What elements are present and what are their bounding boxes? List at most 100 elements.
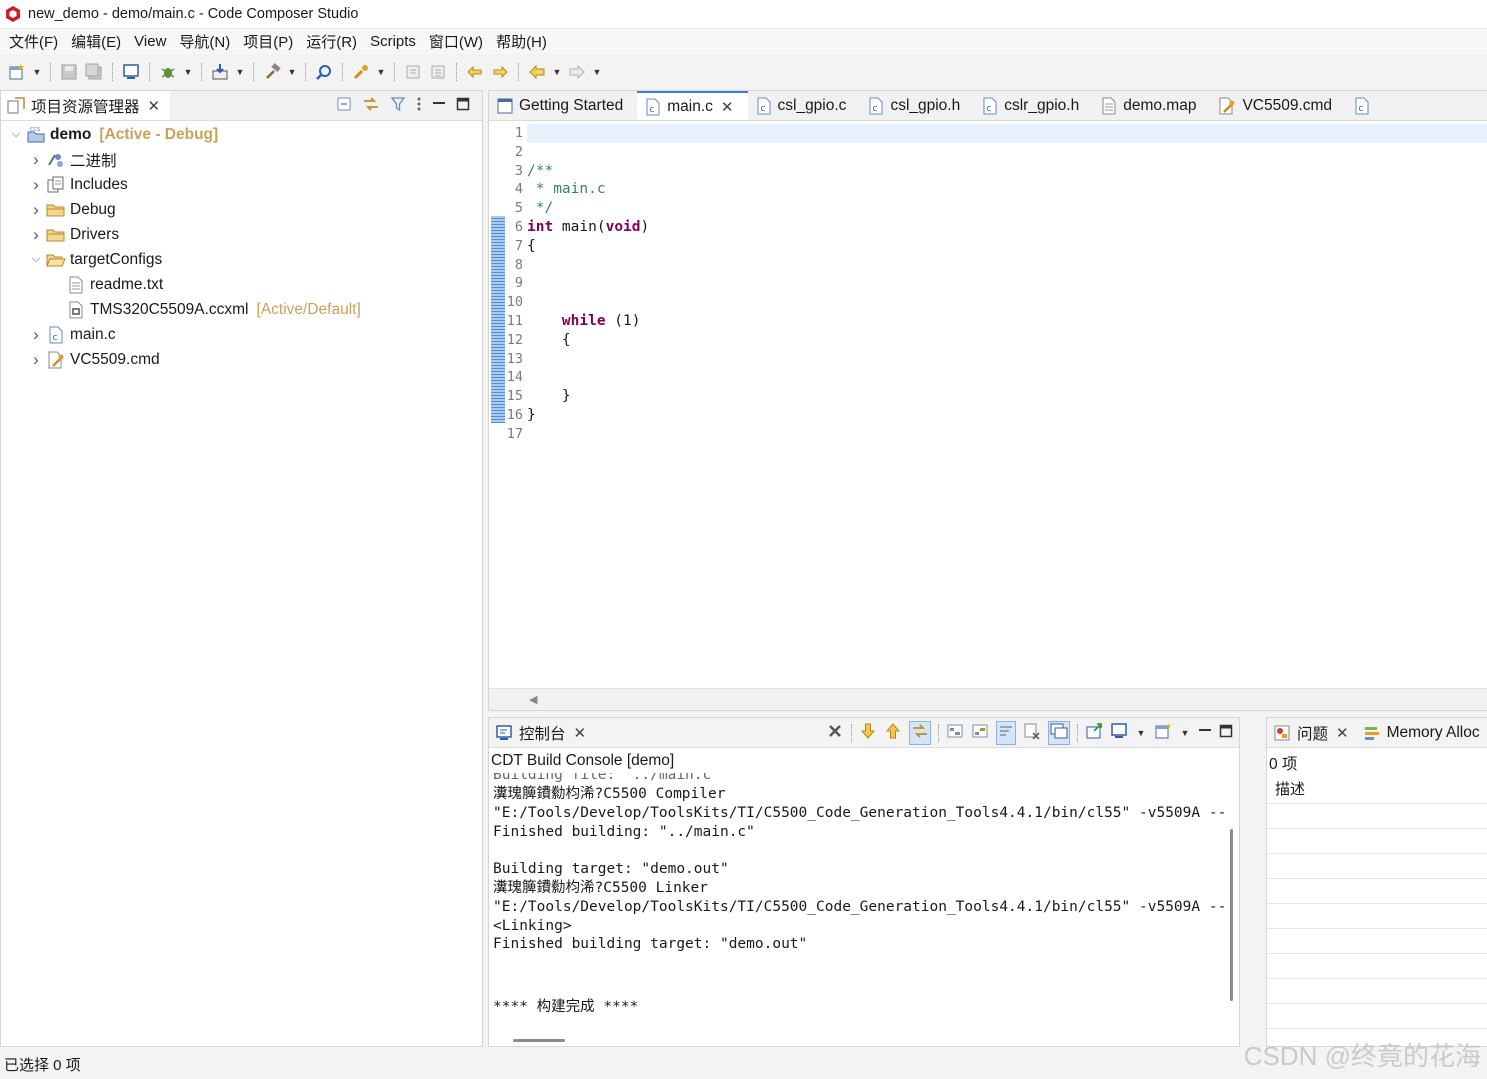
display-console-icon[interactable] <box>1110 722 1128 744</box>
chevron-right-icon[interactable]: › <box>29 150 43 170</box>
code-area[interactable]: /** * main.c */int main(void){ while (1)… <box>527 122 1487 688</box>
scroll-left-icon[interactable]: ◀ <box>529 693 537 706</box>
editor-tabrow: Getting Started c main.c ✕ c csl_gpio.c c csl_g… <box>489 91 1487 121</box>
console-icon[interactable] <box>120 61 142 83</box>
tree-item[interactable]: › Drivers <box>1 222 482 247</box>
open-console-icon[interactable] <box>1154 722 1172 744</box>
filter-icon[interactable] <box>390 96 406 116</box>
menu-item[interactable]: 导航(N) <box>174 29 238 54</box>
tab-console[interactable]: 控制台 ✕ <box>489 718 597 747</box>
scroll-thumb[interactable] <box>1230 829 1233 1001</box>
debug-dropdown-icon[interactable]: ▼ <box>182 61 194 83</box>
column-header-description[interactable]: 描述 <box>1267 776 1487 804</box>
editor-tab[interactable]: demo.map <box>1093 91 1210 120</box>
editor-tab[interactable]: VC5509.cmd <box>1210 91 1346 120</box>
maximize-icon[interactable] <box>456 97 470 115</box>
menu-item[interactable]: 运行(R) <box>301 29 365 54</box>
open-console-green-icon[interactable] <box>1085 722 1103 744</box>
forward-arrow-icon[interactable] <box>566 61 588 83</box>
editor-tab[interactable]: c main.c ✕ <box>637 91 748 120</box>
flash-dropdown-icon[interactable]: ▼ <box>234 61 246 83</box>
editor-tab[interactable]: c csl_gpio.h <box>860 91 974 120</box>
tree-item[interactable]: › Debug <box>1 197 482 222</box>
display-console-dropdown-icon[interactable]: ▼ <box>1135 722 1147 744</box>
tree-item[interactable]: › 二进制 <box>1 147 482 172</box>
editor-tab[interactable]: Getting Started <box>489 91 637 120</box>
build-console-alt-icon[interactable] <box>971 722 989 744</box>
new-icon[interactable] <box>6 61 28 83</box>
chevron-down-icon[interactable]: ⌵ <box>29 253 43 266</box>
tree-item[interactable]: ⌵ targetConfigs <box>1 247 482 272</box>
tree-item-project-demo[interactable]: ⌵ CCS demo [Active - Debug] <box>1 122 482 147</box>
tree-item[interactable]: › VC5509.cmd <box>1 347 482 372</box>
build-dropdown-icon[interactable]: ▼ <box>286 61 298 83</box>
maximize-icon[interactable] <box>1219 724 1233 742</box>
view-menu-icon[interactable] <box>416 96 422 116</box>
back-arrow-icon[interactable] <box>526 61 548 83</box>
tree-item[interactable]: › c main.c <box>1 322 482 347</box>
chevron-down-icon[interactable]: ⌵ <box>9 128 23 141</box>
tree-item[interactable]: TMS320C5509A.ccxml [Active/Default] <box>1 297 482 322</box>
chevron-right-icon[interactable]: › <box>29 350 43 370</box>
tab-problems[interactable]: 问题 ✕ <box>1267 718 1355 747</box>
menu-item[interactable]: Scripts <box>365 31 424 52</box>
flash-icon[interactable] <box>209 61 231 83</box>
console-hscrollbar[interactable] <box>489 1024 1239 1046</box>
link-console-icon[interactable] <box>909 720 931 745</box>
scroll-thumb[interactable] <box>513 1039 565 1042</box>
tree-item[interactable]: › Includes <box>1 172 482 197</box>
editor-tab[interactable]: c csl_gpio.c <box>748 91 861 120</box>
pin-console-icon[interactable] <box>1048 720 1070 745</box>
chevron-right-icon[interactable]: › <box>29 225 43 245</box>
run-tool-icon[interactable] <box>350 61 372 83</box>
new-dropdown-icon[interactable]: ▼ <box>31 61 43 83</box>
close-icon[interactable]: ✕ <box>1336 724 1349 742</box>
close-icon[interactable]: ✕ <box>574 724 587 742</box>
menu-item[interactable]: 帮助(H) <box>491 29 555 54</box>
clear-console-icon[interactable] <box>826 722 844 744</box>
next-error-icon[interactable] <box>859 722 877 744</box>
chevron-right-icon[interactable]: › <box>29 175 43 195</box>
last-edit-icon[interactable] <box>464 61 486 83</box>
tab-memory-allocation[interactable]: Memory Alloc <box>1355 718 1487 747</box>
word-wrap-icon[interactable] <box>996 720 1016 745</box>
search-icon[interactable] <box>313 61 335 83</box>
line-number: 10 <box>506 294 523 311</box>
editor-hscrollbar[interactable]: ◀ <box>489 688 1487 710</box>
save-icon[interactable] <box>58 61 80 83</box>
prev-annotation-icon[interactable] <box>402 61 424 83</box>
collapse-all-icon[interactable] <box>336 96 352 116</box>
minimize-icon[interactable] <box>432 97 446 115</box>
link-with-editor-icon[interactable] <box>362 96 380 116</box>
menu-item[interactable]: 窗口(W) <box>424 29 491 54</box>
remove-launch-icon[interactable] <box>1023 722 1041 744</box>
close-icon[interactable]: ✕ <box>721 98 734 116</box>
menu-item[interactable]: 文件(F) <box>4 29 66 54</box>
build-console-icon[interactable] <box>946 722 964 744</box>
minimize-icon[interactable] <box>1198 724 1212 742</box>
save-all-icon[interactable] <box>83 61 105 83</box>
run-tool-dropdown-icon[interactable]: ▼ <box>375 61 387 83</box>
chevron-right-icon[interactable]: › <box>29 325 43 345</box>
console-output[interactable]: Building file: "../main.c" 瀵瑰簲鐨勬枃浠?C5500… <box>489 773 1225 1024</box>
tab-project-explorer[interactable]: 项目资源管理器 ✕ <box>1 91 171 120</box>
build-hammer-icon[interactable] <box>261 61 283 83</box>
more-tabs-icon[interactable]: c <box>1346 91 1384 120</box>
console-line: Finished building: "../main.c" <box>493 823 755 840</box>
debug-icon[interactable] <box>157 61 179 83</box>
tree-item[interactable]: readme.txt <box>1 272 482 297</box>
next-annotation-icon[interactable] <box>427 61 449 83</box>
menu-item[interactable]: 编辑(E) <box>66 29 129 54</box>
editor-tab[interactable]: c cslr_gpio.h <box>974 91 1093 120</box>
back-dropdown-icon[interactable]: ▼ <box>551 61 563 83</box>
forward-dropdown-icon[interactable]: ▼ <box>591 61 603 83</box>
next-edit-icon[interactable] <box>489 61 511 83</box>
console-vscrollbar[interactable] <box>1225 773 1239 1024</box>
menu-item[interactable]: View <box>129 31 174 52</box>
chevron-right-icon[interactable]: › <box>29 200 43 220</box>
prev-error-icon[interactable] <box>884 722 902 744</box>
open-console-dropdown-icon[interactable]: ▼ <box>1179 722 1191 744</box>
menu-item[interactable]: 项目(P) <box>238 29 301 54</box>
close-icon[interactable]: ✕ <box>148 97 161 115</box>
